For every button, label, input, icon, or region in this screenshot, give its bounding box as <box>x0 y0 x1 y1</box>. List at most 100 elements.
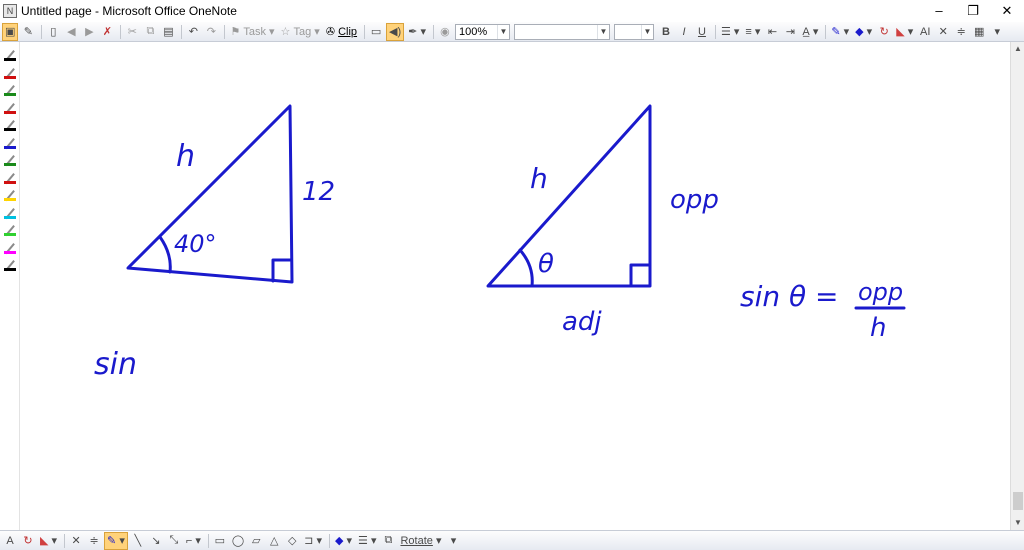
pen-swatch[interactable] <box>3 81 17 97</box>
pen-swatch[interactable] <box>3 134 17 150</box>
task-button[interactable]: ⚑ Task ▾ <box>228 23 276 41</box>
lasso-button[interactable]: ↻ <box>876 23 892 41</box>
pen-color-button[interactable]: ✎ ▾ <box>829 23 851 41</box>
insert-space-icon: ≑ <box>956 26 966 38</box>
left-hyp-label: h <box>176 139 195 174</box>
rotate-button[interactable]: Rotate ▾ <box>398 532 443 550</box>
type-text-button[interactable]: A <box>2 532 18 550</box>
pen-swatch[interactable] <box>3 99 17 115</box>
arrow-tool-button[interactable]: ↘ <box>148 532 164 550</box>
arrange-button[interactable]: ⧉ <box>380 532 396 550</box>
page-list-button[interactable]: ▦ <box>971 23 987 41</box>
scroll-thumb[interactable] <box>1013 492 1023 510</box>
eraser-icon: ◣ <box>896 26 905 38</box>
note-page-canvas[interactable]: h 12 40° sin h opp θ adj sin θ = opp h <box>20 42 1010 530</box>
tag-button[interactable]: ☆ Tag ▾ <box>279 23 322 41</box>
axis-tool-button[interactable]: ⌐ ▾ <box>184 532 203 550</box>
zoom-select[interactable]: 100% ▼ <box>454 23 510 40</box>
separator <box>120 24 122 39</box>
eraser-tool-button[interactable]: ◣ ▾ <box>38 532 59 550</box>
delete-ink-button[interactable]: ✕ <box>935 23 951 41</box>
pen-tool-button[interactable]: ✎ ▾ <box>104 531 128 550</box>
italic-button[interactable]: I <box>676 23 692 41</box>
separator <box>328 533 330 548</box>
redo-button[interactable]: ↷ <box>203 23 219 41</box>
page-list-icon: ▦ <box>974 26 985 38</box>
decrease-indent-button[interactable]: ⇤ <box>764 23 780 41</box>
triangle-tool-button[interactable]: △ <box>266 532 282 550</box>
pen-color-bar <box>4 198 16 201</box>
pen-swatch[interactable] <box>3 64 17 80</box>
chevron-down-icon: ▼ <box>496 24 509 39</box>
vertical-scrollbar[interactable]: ▲ ▼ <box>1010 42 1024 530</box>
clip-button[interactable]: ✇ Clip <box>324 23 359 41</box>
bold-button[interactable]: B <box>658 23 674 41</box>
drawbar-options-button[interactable]: ▾ <box>445 532 461 550</box>
forward-button[interactable]: ▶ <box>81 23 97 41</box>
text-mode-button[interactable]: AI <box>917 23 933 41</box>
help-button[interactable]: ◉ <box>437 23 453 41</box>
left-angle-arc <box>158 235 172 274</box>
paste-button[interactable]: ▤ <box>160 23 176 41</box>
delete-button[interactable]: ✗ <box>99 23 115 41</box>
right-hyp-label: h <box>530 162 548 195</box>
font-size-select[interactable]: ▼ <box>613 23 654 40</box>
increase-indent-button[interactable]: ⇥ <box>782 23 798 41</box>
copy-button[interactable]: ⧉ <box>142 23 158 41</box>
insert-space-button[interactable]: ≑ <box>86 532 102 550</box>
shape-color-button[interactable]: ◆ ▾ <box>333 532 354 550</box>
scroll-up-arrow-icon[interactable]: ▲ <box>1011 42 1024 56</box>
scroll-down-arrow-icon[interactable]: ▼ <box>1011 516 1024 530</box>
insert-space-button[interactable]: ≑ <box>953 23 969 41</box>
eraser-button[interactable]: ◣ ▾ <box>894 23 915 41</box>
axis-icon: ⌐ <box>185 534 193 547</box>
pen-mode-button[interactable]: ✎ <box>20 23 36 41</box>
cut-button[interactable]: ✂ <box>124 23 140 41</box>
connector-tool-button[interactable]: ⊐ ▾ <box>302 532 324 550</box>
double-arrow-tool-button[interactable]: ⤡ <box>166 532 182 550</box>
lasso-select-button[interactable]: ↻ <box>20 532 36 550</box>
circle-tool-button[interactable]: ◯ <box>230 532 246 550</box>
delete-ink-button[interactable]: ✕ <box>68 532 84 550</box>
line-weight-button[interactable]: ☰ ▾ <box>356 532 378 550</box>
pen-swatch[interactable] <box>3 256 17 272</box>
undo-button[interactable]: ↶ <box>185 23 201 41</box>
pen-color-bar <box>4 268 16 271</box>
fill-color-icon: ◆ <box>334 535 344 547</box>
separator <box>207 533 209 548</box>
pen-dropdown-button[interactable]: ✒ ▾ <box>406 23 428 41</box>
full-page-button[interactable]: ▭ <box>368 23 384 41</box>
pen-color-bar <box>4 75 16 79</box>
underline-button[interactable]: U <box>694 23 710 41</box>
highlight-color-button[interactable]: ◆ ▾ <box>853 23 874 41</box>
line-tool-button[interactable]: ╲ <box>130 532 146 550</box>
back-button[interactable]: ◀ <box>63 23 79 41</box>
pen-swatch[interactable] <box>3 221 17 237</box>
pen-swatch[interactable] <box>3 204 17 220</box>
pen-swatch[interactable] <box>3 46 17 62</box>
close-button[interactable]: ✕ <box>990 0 1024 22</box>
new-page-button[interactable]: ▯ <box>45 23 61 41</box>
audio-button[interactable]: ◀) <box>386 22 405 41</box>
triangle-icon: △ <box>269 535 279 547</box>
pen-swatch[interactable] <box>3 186 17 202</box>
font-style-button[interactable]: A̲ ▾ <box>800 23 820 41</box>
pen-swatch[interactable] <box>3 239 17 255</box>
restore-button[interactable]: ❐ <box>956 0 990 22</box>
toolbar-options-button[interactable]: ▾ <box>989 23 1005 41</box>
pen-color-icon: ✎ <box>831 26 841 38</box>
diamond-tool-button[interactable]: ◇ <box>284 532 300 550</box>
numbering-button[interactable]: ≡ ▾ <box>743 23 762 41</box>
parallelogram-tool-button[interactable]: ▱ <box>248 532 264 550</box>
font-name-select[interactable]: ▼ <box>513 23 610 40</box>
pen-swatch[interactable] <box>3 169 17 185</box>
page-view-button[interactable]: ▣ <box>2 22 19 41</box>
pen-swatch[interactable] <box>3 151 17 167</box>
rectangle-tool-button[interactable]: ▭ <box>212 532 228 550</box>
minimize-button[interactable]: – <box>922 0 956 22</box>
text-tool-icon: A <box>6 534 14 547</box>
bullets-button[interactable]: ☰ ▾ <box>719 23 741 41</box>
onenote-app-icon[interactable]: N <box>3 4 17 18</box>
pen-swatch[interactable] <box>3 116 17 132</box>
circle-icon: ◯ <box>231 535 245 547</box>
